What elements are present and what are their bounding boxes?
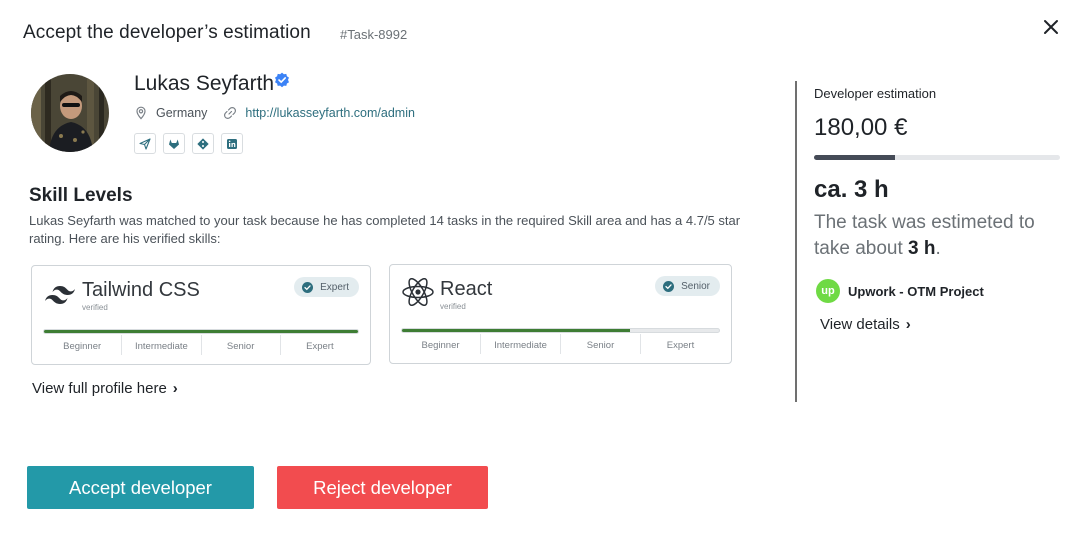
estimation-text: The task was estimeted to take about 3 h… [814,210,1064,262]
skill-level-fill [402,329,631,332]
estimation-text-hours: 3 h [908,238,936,259]
estimation-hours: ca. 3 h [814,176,889,203]
skill-level-badge-label: Senior [681,280,710,292]
close-button[interactable] [1040,16,1062,38]
skill-level-scale: Beginner Intermediate Senior Expert [401,334,720,354]
skill-level-bar [43,329,359,334]
level-label: Beginner [421,340,460,351]
skills-heading: Skill Levels [29,185,133,206]
link-icon [224,107,237,119]
modal-title: Accept the developer’s estimation [23,22,311,43]
estimation-text-suffix: . [935,238,941,259]
send-message-button[interactable] [134,133,156,154]
close-icon [1044,20,1058,34]
tailwind-logo [45,286,75,304]
level-label: Expert [640,334,720,354]
view-full-profile-link[interactable]: View full profile here › [32,380,178,397]
skill-level-badge-label: Expert [320,281,349,293]
estimation-progress-fill [814,155,896,160]
linkedin-icon [227,138,237,149]
git-icon [197,137,209,150]
developer-name: Lukas Seyfarth [134,72,275,95]
level-label: Intermediate [480,334,560,354]
reject-developer-button[interactable]: Reject developer [277,466,488,509]
skill-card-tailwind: Tailwind CSS verified Expert Beginner In… [31,265,371,365]
verified-badge-icon [275,72,289,88]
level-label: Senior [560,334,640,354]
accept-developer-button[interactable]: Accept developer [27,466,254,509]
level-label: Beginner [63,341,102,352]
gitlab-link-button[interactable] [163,133,185,154]
level-label: Senior [200,335,280,355]
skill-level-badge: Expert [294,277,359,297]
gitlab-icon [169,139,179,149]
git-link-button[interactable] [192,133,214,154]
chevron-right-icon: › [905,316,911,333]
view-details-link[interactable]: View details › [820,316,911,333]
vertical-divider [795,81,797,402]
project-name: Upwork - OTM Project [848,283,984,299]
send-icon [139,137,151,150]
check-circle-icon [663,280,675,292]
developer-meta: Germany http://lukasseyfarth.com/admin [134,106,415,120]
skills-description: Lukas Seyfarth was matched to your task … [29,213,741,246]
view-details-label: View details [820,316,900,333]
developer-website-link[interactable]: http://lukasseyfarth.com/admin [245,106,415,120]
react-logo [402,278,434,306]
avatar [31,74,109,152]
skill-level-fill [44,330,358,333]
skill-level-badge: Senior [655,276,720,296]
skill-card-react: React verified Senior Beginner Intermedi… [389,264,732,364]
location-pin-icon [136,106,146,120]
level-label: Expert [279,335,359,355]
linkedin-link-button[interactable] [221,133,243,154]
level-label: Intermediate [121,335,200,355]
project-row: up Upwork - OTM Project [816,279,984,303]
skill-level-bar [401,328,720,333]
estimation-label: Developer estimation [814,86,937,101]
chevron-right-icon: › [172,380,178,397]
estimation-price: 180,00 € [814,114,908,141]
skill-name: React [440,278,493,300]
skill-name: Tailwind CSS [82,279,200,301]
check-circle-icon [302,281,314,293]
social-links [134,133,243,154]
skill-verified-label: verified [440,302,466,311]
skill-verified-label: verified [82,303,108,312]
estimation-progress-bar [814,155,1060,160]
view-full-profile-label: View full profile here [32,380,167,397]
upwork-icon: up [816,279,840,303]
skill-level-scale: Beginner Intermediate Senior Expert [43,335,359,355]
task-id: #Task-8992 [340,27,408,42]
developer-location: Germany [156,106,208,120]
